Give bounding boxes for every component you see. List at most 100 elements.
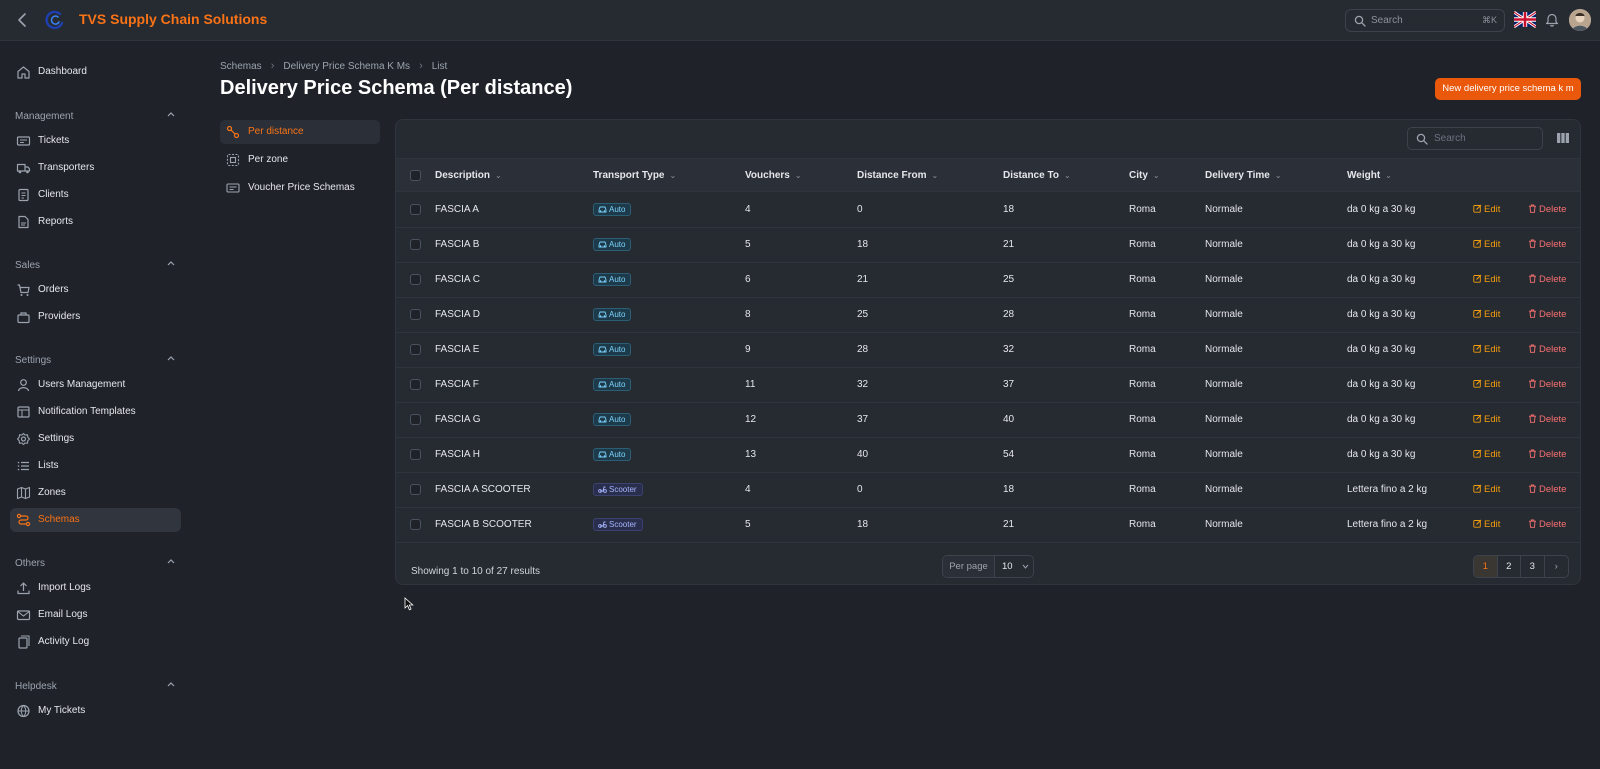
back-arrow-icon[interactable] — [14, 11, 32, 29]
page-button[interactable]: 1 — [1474, 556, 1498, 577]
sidebar-item-providers[interactable]: Providers — [10, 305, 181, 329]
delete-button[interactable]: Delete — [1528, 519, 1566, 530]
subnav-voucher-price-schemas[interactable]: Voucher Price Schemas — [220, 176, 380, 200]
cell-from: 18 — [857, 239, 869, 250]
sidebar-group-others[interactable]: Others — [15, 555, 175, 569]
row-checkbox[interactable] — [410, 449, 421, 460]
row-checkbox[interactable] — [410, 204, 421, 215]
sidebar-group-helpdesk[interactable]: Helpdesk — [15, 678, 175, 692]
delete-button[interactable]: Delete — [1528, 309, 1566, 320]
sidebar-item-lists[interactable]: Lists — [10, 454, 181, 478]
columns-toggle-icon[interactable] — [1556, 131, 1570, 145]
delete-button[interactable]: Delete — [1528, 379, 1566, 390]
cell-to: 28 — [1003, 309, 1015, 320]
row-checkbox[interactable] — [410, 379, 421, 390]
row-checkbox[interactable] — [410, 344, 421, 355]
sidebar-group-sales[interactable]: Sales — [15, 257, 175, 271]
page-button[interactable]: 3 — [1521, 556, 1545, 577]
sidebar-item-dashboard[interactable]: Dashboard — [10, 60, 181, 84]
global-search-input[interactable]: Search ⌘K — [1345, 9, 1505, 32]
sidebar-item-orders[interactable]: Orders — [10, 278, 181, 302]
edit-button[interactable]: Edit — [1473, 239, 1500, 250]
transport-type-badge: Auto — [593, 308, 632, 321]
column-header-delivery-time[interactable]: Delivery Time ⌄ — [1205, 170, 1282, 181]
delete-button[interactable]: Delete — [1528, 414, 1566, 425]
row-checkbox[interactable] — [410, 274, 421, 285]
sidebar-item-zones[interactable]: Zones — [10, 481, 181, 505]
delete-button[interactable]: Delete — [1528, 449, 1566, 460]
delete-button[interactable]: Delete — [1528, 484, 1566, 495]
cell-weight: da 0 kg a 30 kg — [1347, 379, 1416, 390]
column-header-distance-from[interactable]: Distance From ⌄ — [857, 170, 938, 181]
delete-button[interactable]: Delete — [1528, 204, 1566, 215]
sidebar-item-tickets[interactable]: Tickets — [10, 129, 181, 153]
sidebar-item-schemas[interactable]: Schemas — [10, 508, 181, 532]
row-checkbox[interactable] — [410, 414, 421, 425]
sidebar-item-import-logs[interactable]: Import Logs — [10, 576, 181, 600]
table-search-placeholder: Search — [1434, 133, 1466, 144]
page-button[interactable]: 2 — [1498, 556, 1521, 577]
transport-type-badge: Auto — [593, 203, 632, 216]
edit-button[interactable]: Edit — [1473, 204, 1500, 215]
car-icon — [598, 451, 607, 458]
new-schema-button[interactable]: New delivery price schema k m — [1435, 78, 1581, 100]
cell-to: 21 — [1003, 239, 1015, 250]
edit-button[interactable]: Edit — [1473, 414, 1500, 425]
next-page-button[interactable]: › — [1545, 556, 1568, 577]
cell-delivery: Normale — [1205, 344, 1243, 355]
sidebar-item-transporters[interactable]: Transporters — [10, 156, 181, 180]
transport-type-badge: Auto — [593, 343, 632, 356]
edit-button[interactable]: Edit — [1473, 309, 1500, 320]
select-all-checkbox[interactable] — [410, 170, 421, 181]
sidebar-group-settings[interactable]: Settings — [15, 352, 175, 366]
edit-button[interactable]: Edit — [1473, 274, 1500, 285]
row-checkbox[interactable] — [410, 309, 421, 320]
edit-button[interactable]: Edit — [1473, 449, 1500, 460]
sidebar-item-users-management[interactable]: Users Management — [10, 373, 181, 397]
subnav-per-distance[interactable]: Per distance — [220, 120, 380, 144]
edit-button[interactable]: Edit — [1473, 344, 1500, 355]
column-header-description[interactable]: Description ⌄ — [435, 170, 502, 181]
breadcrumb-item[interactable]: Schemas — [220, 61, 262, 72]
search-icon — [1416, 133, 1428, 145]
sidebar-group-management[interactable]: Management — [15, 108, 175, 122]
column-header-distance-to[interactable]: Distance To ⌄ — [1003, 170, 1071, 181]
per-page-value[interactable]: 10 — [1002, 561, 1013, 572]
delete-button[interactable]: Delete — [1528, 344, 1566, 355]
sidebar-item-settings[interactable]: Settings — [10, 427, 181, 451]
cell-city: Roma — [1129, 379, 1156, 390]
table-search-input[interactable]: Search — [1407, 127, 1543, 150]
delete-button[interactable]: Delete — [1528, 239, 1566, 250]
app-title[interactable]: TVS Supply Chain Solutions — [79, 11, 267, 27]
row-checkbox[interactable] — [410, 484, 421, 495]
uk-flag-icon[interactable] — [1514, 11, 1536, 28]
row-checkbox[interactable] — [410, 519, 421, 530]
edit-icon — [1473, 484, 1482, 493]
column-header-weight[interactable]: Weight ⌄ — [1347, 170, 1392, 181]
mail-icon — [16, 610, 31, 621]
user-avatar[interactable] — [1569, 9, 1591, 31]
transport-type-badge: Auto — [593, 448, 632, 461]
subnav-per-zone[interactable]: Per zone — [220, 148, 380, 172]
map-icon — [16, 486, 31, 500]
sidebar-item-my-tickets[interactable]: My Tickets — [10, 699, 181, 723]
column-header-city[interactable]: City ⌄ — [1129, 170, 1160, 181]
row-checkbox[interactable] — [410, 239, 421, 250]
column-header-transport-type[interactable]: Transport Type ⌄ — [593, 170, 676, 181]
edit-button[interactable]: Edit — [1473, 484, 1500, 495]
edit-button[interactable]: Edit — [1473, 519, 1500, 530]
sidebar-item-email-logs[interactable]: Email Logs — [10, 603, 181, 627]
sidebar-item-label: Clients — [38, 189, 69, 200]
sidebar-item-clients[interactable]: Clients — [10, 183, 181, 207]
cell-to: 18 — [1003, 484, 1015, 495]
column-header-vouchers[interactable]: Vouchers ⌄ — [745, 170, 802, 181]
edit-button[interactable]: Edit — [1473, 379, 1500, 390]
cell-city: Roma — [1129, 484, 1156, 495]
bell-icon[interactable] — [1545, 12, 1559, 27]
sidebar-item-notification-templates[interactable]: Notification Templates — [10, 400, 181, 424]
per-page-select[interactable]: Per page 10 — [942, 555, 1034, 578]
breadcrumb-item[interactable]: Delivery Price Schema K Ms — [283, 61, 410, 72]
sidebar-item-reports[interactable]: Reports — [10, 210, 181, 234]
sidebar-item-activity-log[interactable]: Activity Log — [10, 630, 181, 654]
delete-button[interactable]: Delete — [1528, 274, 1566, 285]
